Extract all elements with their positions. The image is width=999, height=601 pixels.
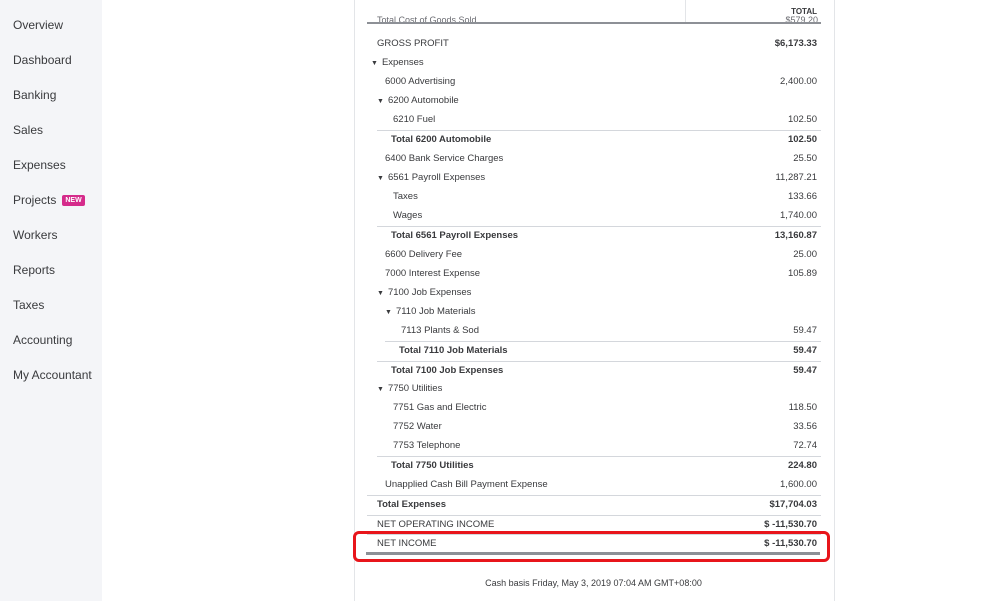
row-value[interactable]: 102.50 (788, 134, 817, 145)
row-value[interactable]: 105.89 (788, 268, 817, 279)
report-row-job-expenses-group[interactable]: ▼ 7100 Job Expenses (367, 284, 821, 303)
row-label: Total Expenses (377, 499, 446, 510)
sidebar: Overview Dashboard Banking Sales Expense… (0, 0, 102, 601)
sidebar-item-banking[interactable]: Banking (13, 88, 56, 102)
row-value[interactable]: 102.50 (788, 114, 817, 125)
row-label: 7751 Gas and Electric (393, 402, 487, 413)
row-label: 7100 Job Expenses (387, 287, 472, 298)
report-row: 7751 Gas and Electric 118.50 (367, 399, 821, 418)
row-value[interactable]: 133.66 (788, 191, 817, 202)
row-label: Total 6561 Payroll Expenses (391, 230, 519, 241)
row-value[interactable]: 2,400.00 (780, 76, 817, 87)
report-row-subtotal: Total 6561 Payroll Expenses 13,160.87 (377, 226, 821, 246)
report-row: Unapplied Cash Bill Payment Expense 1,60… (367, 476, 821, 495)
sidebar-item-my-accountant[interactable]: My Accountant (13, 368, 92, 382)
sidebar-item-projects[interactable]: Projects NEW (13, 193, 85, 207)
report-row-subtotal: Total 7750 Utilities 224.80 (377, 456, 821, 476)
profit-and-loss-report: TOTAL Total Cost of Goods Sold $579.20 G… (354, 0, 835, 601)
row-value[interactable]: 59.47 (793, 325, 817, 336)
row-label: 6400 Bank Service Charges (385, 153, 504, 164)
row-label: GROSS PROFIT (377, 38, 449, 49)
collapse-caret-icon[interactable]: ▼ (377, 290, 384, 297)
row-value[interactable]: 11,287.21 (775, 172, 817, 183)
total-column-header[interactable]: TOTAL (791, 7, 817, 16)
new-badge: NEW (62, 195, 85, 207)
report-row: 6400 Bank Service Charges 25.50 (367, 150, 821, 169)
report-row-utilities-group[interactable]: ▼ 7750 Utilities (367, 380, 821, 399)
row-label: Total 7100 Job Expenses (391, 365, 504, 376)
collapse-caret-icon[interactable]: ▼ (377, 386, 384, 393)
sidebar-item-accounting[interactable]: Accounting (13, 333, 72, 347)
row-label: Unapplied Cash Bill Payment Expense (385, 479, 548, 490)
report-row: 7752 Water 33.56 (367, 418, 821, 437)
sidebar-item-reports[interactable]: Reports (13, 263, 55, 277)
row-label: Total 7110 Job Materials (399, 345, 508, 356)
report-row-automobile-group[interactable]: ▼ 6200 Automobile (367, 92, 821, 111)
row-value[interactable]: $17,704.03 (769, 499, 817, 510)
net-income-highlight-box (353, 531, 830, 562)
row-value[interactable]: 59.47 (793, 365, 817, 376)
report-row: Wages 1,740.00 (367, 207, 821, 226)
row-value[interactable]: 72.74 (793, 440, 817, 451)
row-label: 7750 Utilities (387, 383, 443, 394)
row-label: 7110 Job Materials (395, 306, 476, 317)
row-label: Total 6200 Automobile (391, 134, 492, 145)
report-row-payroll-group[interactable]: ▼ 6561 Payroll Expenses 11,287.21 (367, 169, 821, 188)
sidebar-item-expenses[interactable]: Expenses (13, 158, 66, 172)
sidebar-item-overview[interactable]: Overview (13, 18, 63, 32)
row-label: 6210 Fuel (393, 114, 436, 125)
report-row: 6000 Advertising 2,400.00 (367, 73, 821, 92)
report-row: 7753 Telephone 72.74 (367, 437, 821, 456)
row-value[interactable]: $ -11,530.70 (764, 519, 817, 530)
sidebar-item-sales[interactable]: Sales (13, 123, 43, 137)
row-label: Taxes (393, 191, 418, 202)
report-row-gross-profit: GROSS PROFIT $6,173.33 (367, 35, 821, 54)
collapse-caret-icon[interactable]: ▼ (385, 309, 392, 316)
row-value[interactable]: 118.50 (789, 402, 817, 413)
report-row: 7000 Interest Expense 105.89 (367, 265, 821, 284)
row-label: 6600 Delivery Fee (385, 249, 463, 260)
sidebar-item-workers[interactable]: Workers (13, 228, 57, 242)
report-row: Taxes 133.66 (367, 188, 821, 207)
row-value[interactable]: 33.56 (793, 421, 817, 432)
row-value[interactable]: 59.47 (793, 345, 817, 356)
row-label: Expenses (381, 57, 424, 68)
report-row: 6210 Fuel 102.50 (367, 111, 821, 130)
report-row-expenses-group[interactable]: ▼ Expenses (367, 54, 821, 73)
row-value[interactable]: 25.00 (793, 249, 817, 260)
row-label: NET OPERATING INCOME (377, 519, 495, 530)
row-label: 7753 Telephone (393, 440, 461, 451)
row-value[interactable]: 1,600.00 (780, 479, 817, 490)
row-label: 7752 Water (393, 421, 442, 432)
row-label: 6000 Advertising (385, 76, 456, 87)
sidebar-item-taxes[interactable]: Taxes (13, 298, 44, 312)
column-divider (685, 0, 686, 22)
row-value[interactable]: $6,173.33 (775, 38, 817, 49)
report-footer: Cash basis Friday, May 3, 2019 07:04 AM … (485, 578, 702, 588)
row-label: Total 7750 Utilities (391, 460, 474, 471)
report-row-total-expenses: Total Expenses $17,704.03 (367, 495, 821, 515)
row-value[interactable]: 224.80 (788, 460, 817, 471)
report-row-subtotal: Total 7110 Job Materials 59.47 (385, 341, 821, 361)
row-value[interactable]: 25.50 (793, 153, 817, 164)
report-row-subtotal: Total 7100 Job Expenses 59.47 (377, 361, 821, 381)
report-row-job-materials-group[interactable]: ▼ 7110 Job Materials (367, 303, 821, 322)
row-label: 7113 Plants & Sod (401, 325, 479, 336)
sidebar-item-dashboard[interactable]: Dashboard (13, 53, 72, 67)
cut-off-row-value: $579.20 (785, 16, 818, 22)
row-label: 7000 Interest Expense (385, 268, 481, 279)
cut-off-row-label: Total Cost of Goods Sold (377, 16, 477, 22)
report-row: 7113 Plants & Sod 59.47 (367, 322, 821, 341)
report-row-subtotal: Total 6200 Automobile 102.50 (377, 130, 821, 150)
collapse-caret-icon[interactable]: ▼ (377, 175, 384, 182)
row-value[interactable]: 13,160.87 (775, 230, 817, 241)
row-label: Wages (393, 210, 423, 221)
row-value[interactable]: 1,740.00 (780, 210, 817, 221)
report-row: 6600 Delivery Fee 25.00 (367, 246, 821, 265)
row-label: 6561 Payroll Expenses (387, 172, 486, 183)
sidebar-item-label: Projects (13, 193, 57, 207)
collapse-caret-icon[interactable]: ▼ (377, 98, 384, 105)
collapse-caret-icon[interactable]: ▼ (371, 60, 378, 67)
row-label: 6200 Automobile (387, 95, 459, 106)
